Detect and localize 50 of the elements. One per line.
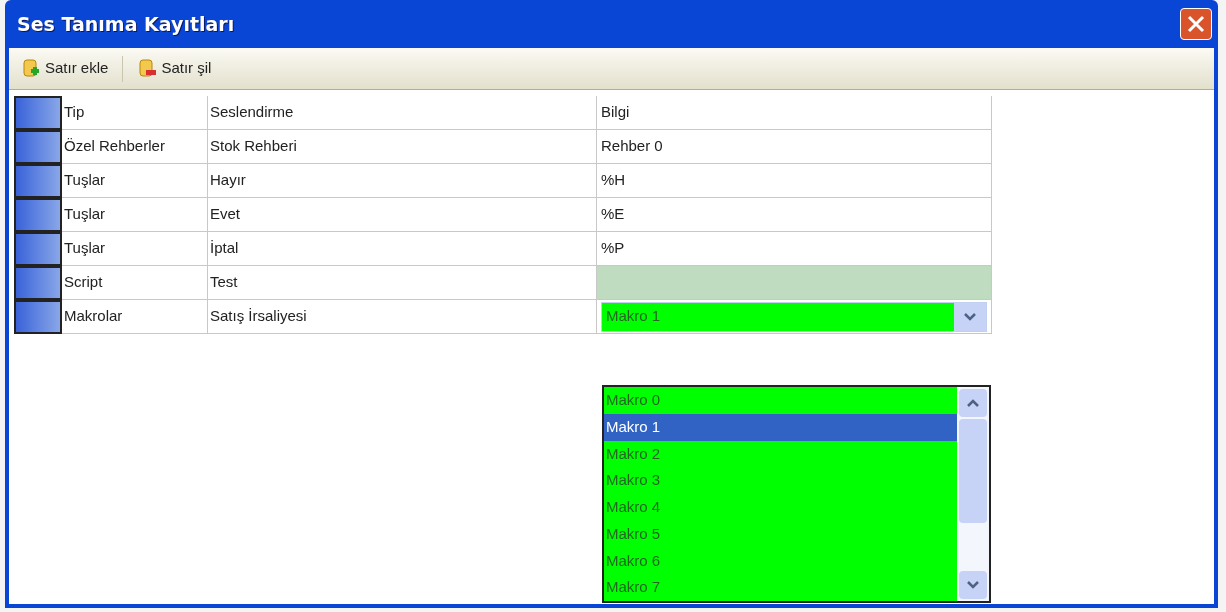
database-minus-icon — [137, 58, 158, 79]
row-header[interactable] — [14, 96, 62, 130]
delete-row-button[interactable]: Satır şil — [133, 52, 216, 85]
dropdown-list[interactable]: Makro 0 Makro 1 Makro 2 Makro 3 Makro 4 Makro 5 Makro 6 Makro 7 — [602, 385, 991, 603]
table-cell: Satış İrsaliyesi — [208, 300, 597, 334]
dropdown-field[interactable]: Makro 1 — [601, 301, 987, 332]
chevron-down-icon — [967, 581, 979, 589]
dropdown-option[interactable]: Makro 5 — [604, 520, 957, 548]
dropdown-option[interactable]: Makro 0 — [604, 387, 957, 414]
close-icon — [1186, 14, 1206, 34]
dropdown-option[interactable]: Makro 4 — [604, 494, 957, 521]
scrollbar[interactable] — [957, 387, 989, 601]
dropdown-option[interactable]: Makro 7 — [604, 574, 957, 601]
add-row-button[interactable]: Satır ekle — [17, 52, 113, 85]
table-cell: Bilgi — [597, 96, 992, 130]
dropdown-option[interactable]: Makro 2 — [604, 440, 957, 468]
row-header[interactable] — [14, 266, 62, 300]
table-cell: Özel Rehberler — [62, 130, 208, 164]
row-header[interactable] — [14, 130, 62, 164]
scroll-down-button[interactable] — [959, 571, 987, 599]
dropdown-option[interactable]: Makro 1 — [604, 413, 957, 441]
table-cell: Tip — [62, 96, 208, 130]
table-cell: Seslendirme — [208, 96, 597, 130]
dropdown-arrow-button[interactable] — [954, 302, 986, 331]
scroll-up-button[interactable] — [959, 389, 987, 417]
table-cell: İptal — [208, 232, 597, 266]
table-cell: Tuşlar — [62, 198, 208, 232]
row-header[interactable] — [14, 232, 62, 266]
table-cell: Script — [62, 266, 208, 300]
database-plus-icon — [21, 58, 41, 79]
table-cell: Hayır — [208, 164, 597, 198]
table-cell: %E — [597, 198, 992, 232]
table-cell: %H — [597, 164, 992, 198]
table-cell: Stok Rehberi — [208, 130, 597, 164]
table-cell: Makrolar — [62, 300, 208, 334]
window-title: Ses Tanıma Kayıtları — [17, 11, 235, 37]
chevron-up-icon — [967, 399, 979, 407]
chevron-down-icon — [964, 312, 976, 321]
scroll-thumb[interactable] — [959, 419, 987, 523]
table-cell: Evet — [208, 198, 597, 232]
table-cell: Tuşlar — [62, 232, 208, 266]
table-cell: Tuşlar — [62, 164, 208, 198]
row-header[interactable] — [14, 300, 62, 334]
row-header[interactable] — [14, 164, 62, 198]
row-header[interactable] — [14, 198, 62, 232]
dropdown-option[interactable]: Makro 3 — [604, 467, 957, 494]
close-button[interactable] — [1180, 8, 1212, 40]
table-cell: Test — [208, 266, 597, 300]
dropdown-option[interactable]: Makro 6 — [604, 547, 957, 575]
table-cell: Rehber 0 — [597, 130, 992, 164]
